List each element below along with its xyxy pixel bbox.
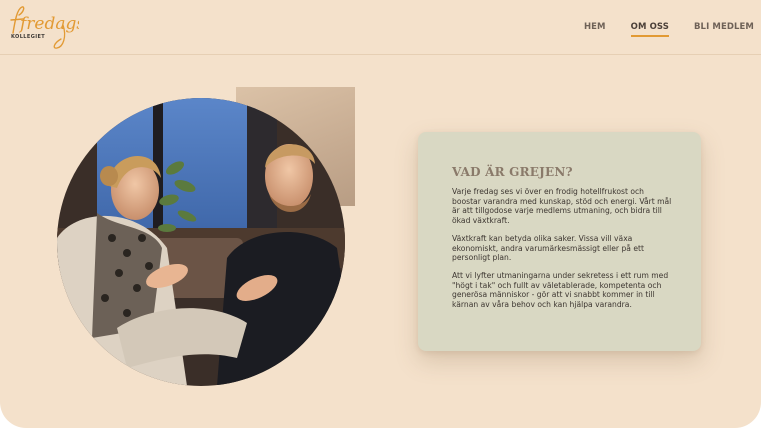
info-card: VAD ÄR GREJEN? Varje fredag ses vi över … (418, 132, 701, 351)
card-paragraph-1: Varje fredag ses vi över en frodig hotel… (452, 187, 672, 226)
hero-photo (57, 98, 345, 386)
site-header: fredags KOLLEGIET HEM OM OSS BLI MEDLEM (0, 0, 761, 55)
nav-item-hem[interactable]: HEM (584, 22, 606, 37)
card-paragraph-2: Växtkraft kan betyda olika saker. Vissa … (452, 233, 644, 263)
page: fredags KOLLEGIET HEM OM OSS BLI MEDLEM (0, 0, 761, 428)
logo[interactable]: fredags KOLLEGIET (7, 3, 79, 51)
card-title: VAD ÄR GREJEN? (452, 165, 573, 179)
logo-subtitle: KOLLEGIET (11, 34, 46, 40)
nav-item-om-oss[interactable]: OM OSS (630, 22, 669, 37)
photo-illustration (57, 98, 345, 386)
card-paragraph-3: Att vi lyfter utmaningarna under sekrete… (452, 270, 669, 310)
main-nav: HEM OM OSS BLI MEDLEM (584, 22, 754, 37)
nav-item-bli-medlem[interactable]: BLI MEDLEM (694, 22, 754, 37)
logo-script-icon: fredags (10, 6, 79, 49)
logo-text: fredags (18, 14, 79, 34)
